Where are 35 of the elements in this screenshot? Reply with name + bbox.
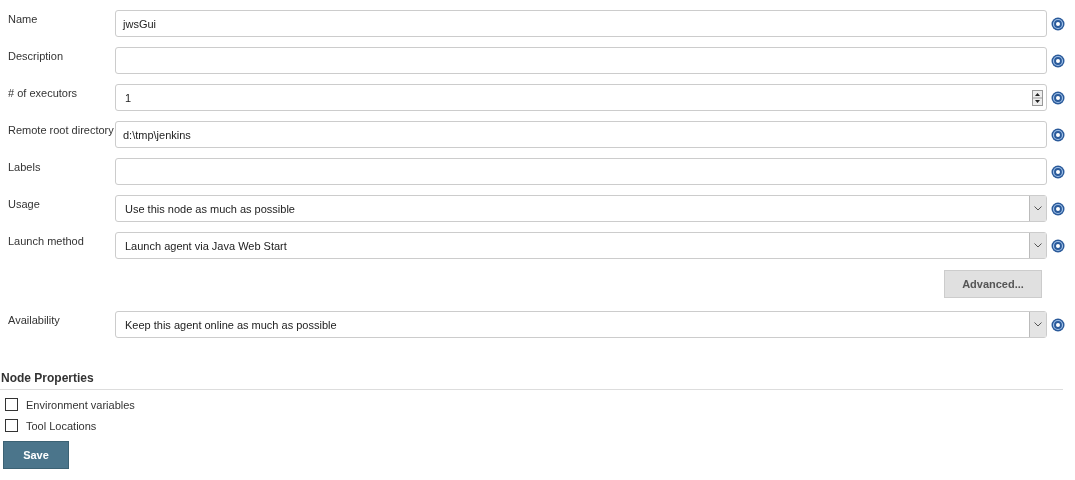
checkbox[interactable] <box>5 419 18 432</box>
help-icon[interactable] <box>1051 54 1065 68</box>
checkbox[interactable] <box>5 398 18 411</box>
spinner-icon[interactable] <box>1032 89 1043 106</box>
text-field[interactable] <box>115 47 1047 74</box>
checkbox-label: Environment variables <box>26 398 135 411</box>
help-icon[interactable] <box>1051 128 1065 142</box>
field-label: Description <box>7 49 65 62</box>
text-field[interactable] <box>115 158 1047 185</box>
advanced-button[interactable]: Advanced... <box>944 270 1042 298</box>
help-icon[interactable] <box>1051 165 1065 179</box>
text-field[interactable]: d:\tmp\jenkins <box>115 121 1047 148</box>
field-label: Availability <box>7 313 61 326</box>
chevron-icon <box>1034 243 1042 248</box>
field-label: Remote root directory <box>7 123 115 136</box>
dropdown[interactable]: Launch agent via Java Web Start <box>115 232 1047 259</box>
field-label: Labels <box>7 160 42 173</box>
chevron-icon <box>1034 322 1042 327</box>
help-icon[interactable] <box>1051 239 1065 253</box>
field-label: Usage <box>7 197 41 210</box>
help-icon[interactable] <box>1051 91 1065 105</box>
checkbox-label: Tool Locations <box>26 419 97 432</box>
help-icon[interactable] <box>1051 202 1065 216</box>
chevron-icon <box>1034 206 1042 211</box>
section-heading: Node Properties <box>1 371 94 385</box>
field-label: Launch method <box>7 234 85 247</box>
help-icon[interactable] <box>1051 17 1065 31</box>
text-field[interactable]: jwsGui <box>115 10 1047 37</box>
number-field[interactable]: 1 <box>115 84 1047 111</box>
field-label: # of executors <box>7 86 79 99</box>
dropdown[interactable]: Keep this agent online as much as possible <box>115 311 1047 338</box>
field-label: Name <box>7 12 39 25</box>
save-button[interactable]: Save <box>3 441 69 469</box>
help-icon[interactable] <box>1051 318 1065 332</box>
dropdown[interactable]: Use this node as much as possible <box>115 195 1047 222</box>
